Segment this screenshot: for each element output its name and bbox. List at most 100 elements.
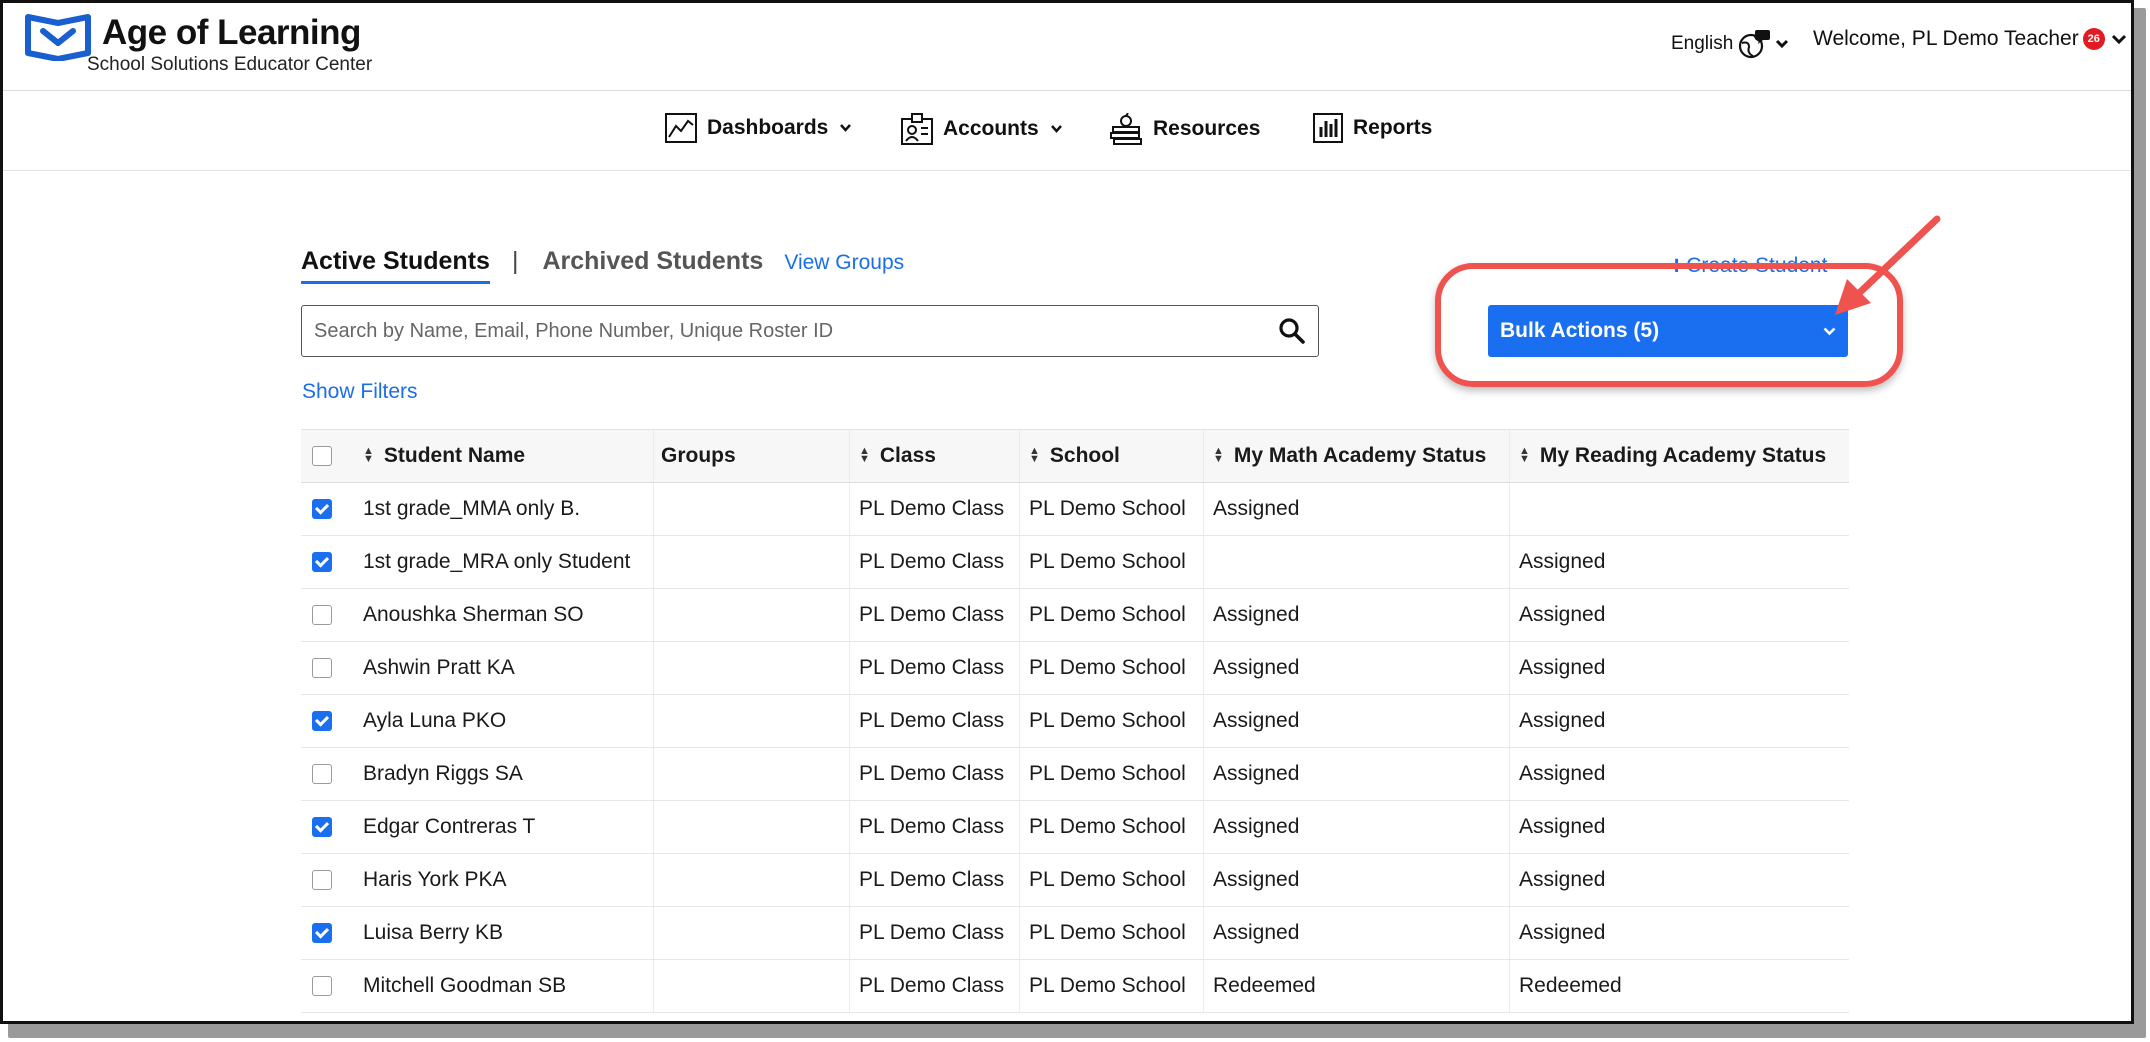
column-divider: [1203, 589, 1204, 641]
column-divider: [1019, 907, 1020, 959]
header-student-name[interactable]: ▲ ▼ Student Name: [363, 430, 525, 482]
cell-student-name[interactable]: Ayla Luna PKO: [363, 695, 506, 747]
column-divider: [653, 430, 654, 482]
column-divider: [849, 907, 850, 959]
nav-dashboards[interactable]: Dashboards: [665, 113, 852, 143]
nav-resources-label: Resources: [1153, 117, 1261, 140]
row-checkbox[interactable]: [312, 711, 332, 731]
annotation-arrow-icon: [1835, 215, 1941, 315]
header-math-status[interactable]: ▲ ▼ My Math Academy Status: [1213, 430, 1486, 482]
header-reading-status-label: My Reading Academy Status: [1539, 444, 1827, 467]
row-select-cell: [312, 483, 332, 535]
cell-school: PL Demo School: [1029, 921, 1186, 944]
cell-reading-status: Assigned: [1519, 656, 1606, 679]
column-divider: [1019, 854, 1020, 906]
row-checkbox[interactable]: [312, 870, 332, 890]
show-filters-link[interactable]: Show Filters: [302, 380, 418, 404]
book-logo-icon: [25, 14, 91, 61]
table-row[interactable]: Mitchell Goodman SB PL Demo Class PL Demo …: [301, 960, 1849, 1013]
row-checkbox[interactable]: [312, 658, 332, 678]
column-divider: [1203, 801, 1204, 853]
header-student-name-label: Student Name: [383, 444, 526, 467]
column-divider: [1509, 695, 1510, 747]
table-row[interactable]: Luisa Berry KB PL Demo Class PL Demo Schoo…: [301, 907, 1849, 960]
column-divider: [1019, 642, 1020, 694]
table-row[interactable]: Haris York PKA PL Demo Class PL Demo Schoo…: [301, 854, 1849, 907]
row-select-cell: [312, 854, 332, 906]
language-label: English: [1671, 33, 1734, 54]
row-checkbox[interactable]: [312, 764, 332, 784]
cell-class: PL Demo Class: [859, 868, 1005, 891]
search-box: [301, 305, 1319, 357]
user-menu[interactable]: Welcome, PL Demo Teacher 26: [1813, 27, 2127, 51]
cell-class: PL Demo Class: [859, 762, 1005, 785]
header-class[interactable]: ▲ ▼ Class: [859, 430, 936, 482]
row-checkbox[interactable]: [312, 976, 332, 996]
cell-class: PL Demo Class: [859, 497, 1005, 520]
table-row[interactable]: Ayla Luna PKO PL Demo Class PL Demo School…: [301, 695, 1849, 748]
cell-class: PL Demo Class: [859, 709, 1005, 732]
select-all-checkbox[interactable]: [312, 446, 332, 466]
search-input[interactable]: [314, 319, 1278, 343]
cell-student-name[interactable]: Haris York PKA: [363, 854, 507, 906]
chevron-down-icon: [2111, 34, 2126, 44]
nav-resources[interactable]: Resources: [1109, 113, 1260, 145]
cell-reading-status: Redeemed: [1519, 974, 1622, 997]
brand-subtitle: School Solutions Educator Center: [87, 54, 373, 75]
cell-student-name[interactable]: Bradyn Riggs SA: [363, 748, 523, 800]
header-class-label: Class: [879, 444, 936, 467]
nav-dashboards-label: Dashboards: [707, 116, 829, 139]
cell-student-name[interactable]: Ashwin Pratt KA: [363, 642, 515, 694]
cell-student-name[interactable]: Luisa Berry KB: [363, 907, 503, 959]
globe-chat-icon: [1739, 30, 1771, 59]
sort-icon: ▲ ▼: [1213, 445, 1224, 465]
cell-student-name[interactable]: Anoushka Sherman SO: [363, 589, 584, 641]
header-groups-label: Groups: [661, 444, 736, 467]
search-icon[interactable]: [1278, 317, 1306, 345]
row-checkbox[interactable]: [312, 552, 332, 572]
column-divider: [1509, 642, 1510, 694]
bar-chart-icon: [1313, 113, 1343, 143]
language-selector[interactable]: English: [1671, 29, 1789, 59]
column-divider: [1203, 748, 1204, 800]
table-row[interactable]: Bradyn Riggs SA PL Demo Class PL Demo Scho…: [301, 748, 1849, 801]
notification-badge: 26: [2082, 28, 2105, 50]
column-divider: [849, 483, 850, 535]
cell-student-name[interactable]: 1st grade_MRA only Student: [363, 536, 630, 588]
table-row[interactable]: Anoushka Sherman SO PL Demo Class PL Demo …: [301, 589, 1849, 642]
table-row[interactable]: 1st grade_MRA only Student PL Demo Class P…: [301, 536, 1849, 589]
cell-school: PL Demo School: [1029, 603, 1186, 626]
cell-reading-status: Assigned: [1519, 709, 1606, 732]
screenshot-frame: Age of Learning School Solutions Educato…: [0, 0, 2134, 1024]
cell-class: PL Demo Class: [859, 974, 1005, 997]
table-body: 1st grade_MMA only B. PL Demo Class PL Dem…: [301, 483, 1849, 1013]
view-groups-link[interactable]: View Groups: [784, 251, 904, 275]
table-row[interactable]: Ashwin Pratt KA PL Demo Class PL Demo Scho…: [301, 642, 1849, 695]
table-row[interactable]: Edgar Contreras T PL Demo Class PL Demo Sc…: [301, 801, 1849, 854]
column-divider: [653, 960, 654, 1012]
nav-accounts[interactable]: Accounts: [901, 113, 1062, 145]
nav-reports[interactable]: Reports: [1313, 113, 1432, 143]
table-row[interactable]: 1st grade_MMA only B. PL Demo Class PL Dem…: [301, 483, 1849, 536]
row-checkbox[interactable]: [312, 499, 332, 519]
header-reading-status[interactable]: ▲ ▼ My Reading Academy Status: [1519, 430, 1826, 482]
column-divider: [849, 589, 850, 641]
header-school[interactable]: ▲ ▼ School: [1029, 430, 1120, 482]
cell-school: PL Demo School: [1029, 497, 1186, 520]
cell-student-name[interactable]: 1st grade_MMA only B.: [363, 483, 580, 535]
brand-logo[interactable]: Age of Learning School Solutions Educato…: [25, 11, 405, 81]
row-checkbox[interactable]: [312, 817, 332, 837]
cell-school: PL Demo School: [1029, 550, 1186, 573]
column-divider: [849, 748, 850, 800]
row-checkbox[interactable]: [312, 923, 332, 943]
cell-reading-status: Assigned: [1519, 603, 1606, 626]
column-divider: [1203, 960, 1204, 1012]
cell-student-name[interactable]: Edgar Contreras T: [363, 801, 535, 853]
tab-active-students[interactable]: Active Students: [301, 247, 490, 284]
tab-archived-students[interactable]: Archived Students: [542, 247, 763, 276]
column-divider: [1019, 748, 1020, 800]
chevron-down-icon: [1050, 125, 1062, 133]
row-checkbox[interactable]: [312, 605, 332, 625]
cell-student-name[interactable]: Mitchell Goodman SB: [363, 960, 566, 1012]
cell-school: PL Demo School: [1029, 762, 1186, 785]
